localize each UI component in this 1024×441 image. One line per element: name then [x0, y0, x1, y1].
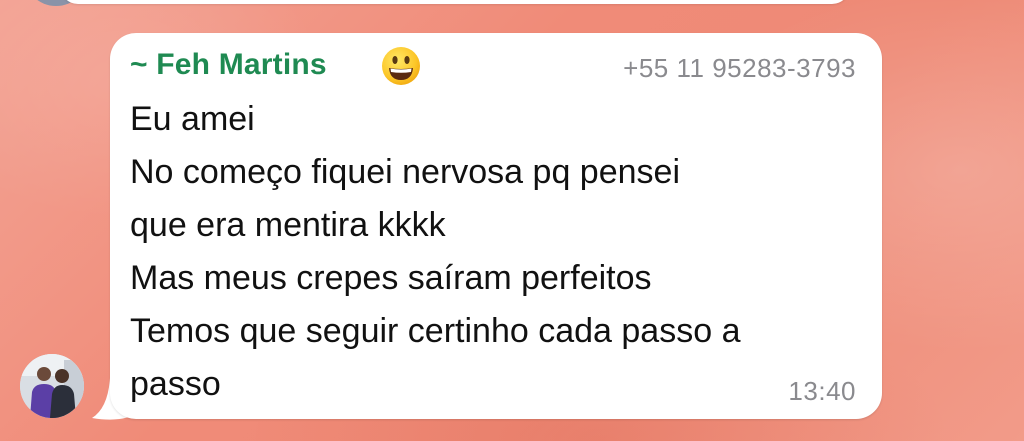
sender-header: ~ Feh Martins +55 11 95283-3793	[130, 45, 860, 89]
message-line: Eu amei	[130, 100, 255, 138]
message-bubble[interactable]: ~ Feh Martins +55 11 95283-3793 Eu amei …	[110, 33, 882, 419]
avatar-photo-icon	[20, 354, 84, 418]
message-line: que era mentira kkkk	[130, 206, 446, 244]
sender-avatar[interactable]	[20, 354, 84, 418]
grinning-face-emoji-icon	[382, 47, 420, 85]
message-line: Temos que seguir certinho cada passo a	[130, 312, 741, 350]
message-body: Eu amei No começo fiquei nervosa pq pens…	[130, 93, 870, 411]
message-line: Mas meus crepes saíram perfeitos	[130, 259, 652, 297]
message-timestamp: 13:40	[788, 376, 856, 406]
sender-phone-number[interactable]: +55 11 95283-3793	[623, 53, 856, 84]
message-line: passo	[130, 365, 221, 403]
sender-name[interactable]: ~ Feh Martins	[130, 48, 327, 82]
message-line: No começo fiquei nervosa pq pensei	[130, 153, 680, 191]
previous-message-bubble-edge	[60, 0, 850, 4]
